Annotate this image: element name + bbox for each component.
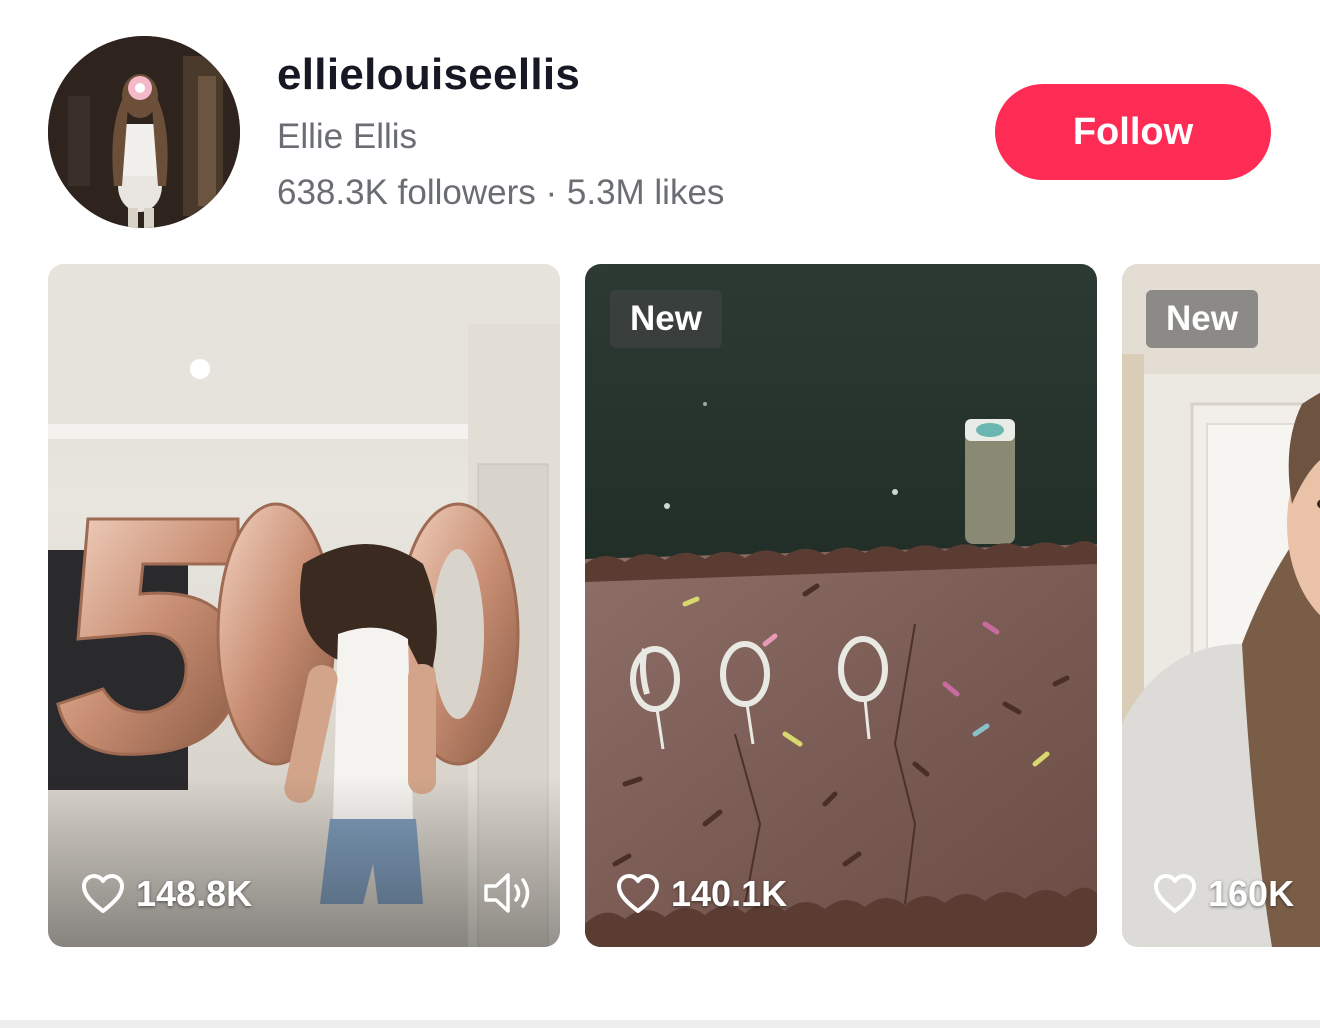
video-thumbnail xyxy=(585,264,1097,947)
likes-count: 5.3M likes xyxy=(566,173,725,212)
video-card[interactable]: 148.8K xyxy=(48,264,560,947)
video-like-count: 140.1K xyxy=(615,873,787,915)
speaker-icon[interactable] xyxy=(482,869,536,917)
follow-button[interactable]: Follow xyxy=(995,84,1271,180)
video-thumbnail xyxy=(1122,264,1320,947)
heart-icon xyxy=(82,874,124,913)
avatar[interactable] xyxy=(48,36,240,228)
video-like-count: 160K xyxy=(1152,873,1294,915)
like-count-text: 160K xyxy=(1208,873,1295,914)
profile-stats: 638.3K followers · 5.3M likes xyxy=(277,173,724,213)
video-card[interactable]: New 140.1K xyxy=(585,264,1097,947)
video-card[interactable]: New 160K xyxy=(1122,264,1320,947)
video-like-count: 148.8K xyxy=(80,873,252,915)
heart-icon xyxy=(1154,874,1196,913)
heart-icon xyxy=(617,874,659,913)
like-count-text: 148.8K xyxy=(136,873,253,914)
followers-count: 638.3K followers xyxy=(277,173,536,212)
username[interactable]: ellielouiseellis xyxy=(277,50,580,100)
stats-separator: · xyxy=(535,173,567,212)
like-count-text: 140.1K xyxy=(671,873,788,914)
bottom-divider xyxy=(0,1020,1320,1028)
new-badge: New xyxy=(610,290,722,348)
video-thumbnail xyxy=(48,264,560,947)
new-badge: New xyxy=(1146,290,1258,348)
avatar-photo xyxy=(48,36,240,228)
display-name: Ellie Ellis xyxy=(277,117,418,156)
